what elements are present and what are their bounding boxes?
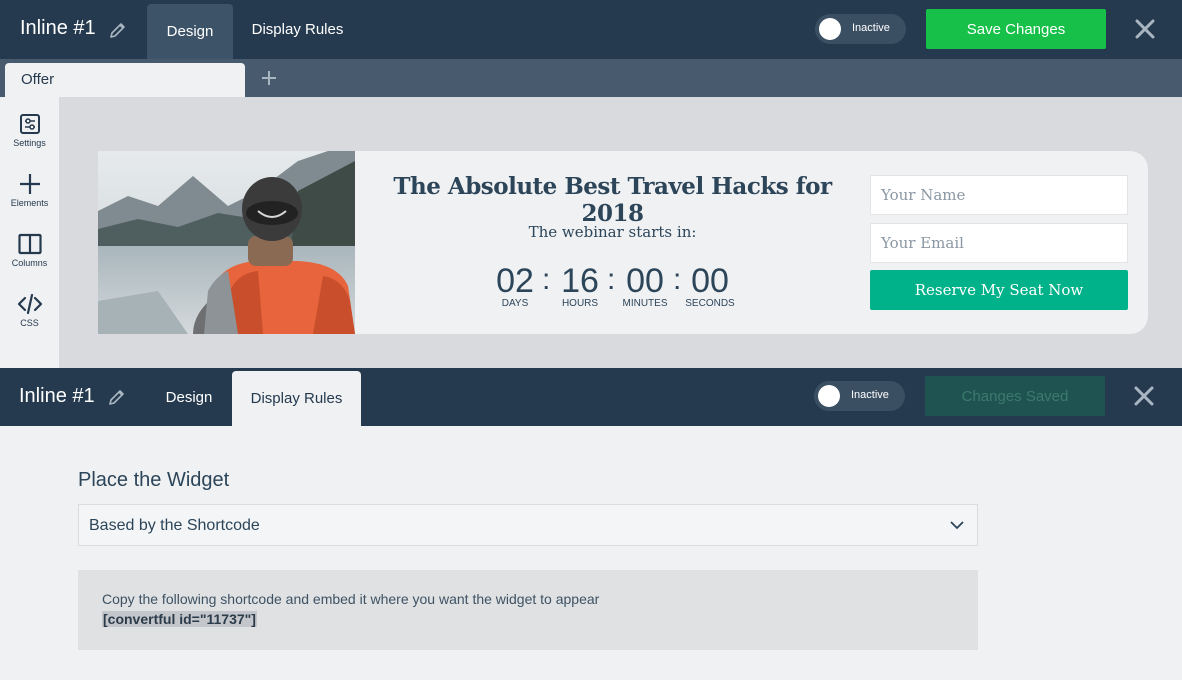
changes-saved-button[interactable]: Changes Saved: [925, 376, 1105, 416]
place-widget-title: Place the Widget: [78, 469, 230, 491]
widget-title: Inline #1: [19, 385, 95, 407]
toggle-knob: [818, 385, 840, 407]
settings-icon: [19, 114, 40, 134]
countdown-hours-label: HOURS: [561, 298, 599, 309]
sidebar-item-label: CSS: [20, 318, 39, 328]
plus-icon: [19, 174, 40, 194]
columns-icon: [17, 233, 42, 255]
active-toggle[interactable]: Inactive: [814, 381, 905, 411]
countdown-days-value: 02: [496, 262, 534, 300]
pencil-icon[interactable]: [107, 387, 127, 407]
countdown-minutes-label: MINUTES: [622, 298, 668, 309]
save-changes-button[interactable]: Save Changes: [926, 9, 1106, 49]
tab-design[interactable]: Design: [147, 4, 233, 59]
countdown-hours-value: 16: [561, 262, 599, 300]
hero-photo: [98, 151, 355, 334]
subtab-offer[interactable]: Offer: [5, 63, 245, 97]
countdown-minutes-value: 00: [626, 262, 664, 300]
sidebar-item-label: Columns: [11, 258, 48, 268]
add-subtab-icon[interactable]: [259, 68, 279, 88]
widget-title: Inline #1: [20, 17, 96, 39]
toggle-label: Inactive: [852, 22, 890, 34]
countdown-days-label: DAYS: [501, 298, 529, 309]
countdown-seconds-value: 00: [691, 262, 729, 300]
widget-subheadline: The webinar starts in:: [528, 223, 697, 241]
shortcode-instruction: Copy the following shortcode and embed i…: [102, 591, 600, 607]
shortcode-text[interactable]: [convertful id="11737"]: [102, 611, 257, 627]
placement-select[interactable]: Based by the Shortcode: [78, 504, 978, 546]
tab-design[interactable]: Design: [146, 370, 232, 425]
tab-display-rules[interactable]: Display Rules: [232, 371, 361, 426]
code-icon: [17, 293, 42, 315]
sidebar-item-elements[interactable]: Elements: [0, 173, 59, 208]
name-field[interactable]: Your Name: [870, 175, 1128, 215]
reserve-seat-button[interactable]: Reserve My Seat Now: [870, 270, 1128, 310]
sidebar-item-label: Settings: [13, 138, 46, 148]
placement-select-value: Based by the Shortcode: [89, 517, 260, 534]
countdown-seconds-label: SECONDS: [685, 298, 735, 309]
close-icon[interactable]: [1133, 385, 1155, 407]
toggle-knob: [819, 18, 841, 40]
sidebar-item-label: Elements: [10, 198, 49, 208]
toggle-label: Inactive: [851, 389, 889, 401]
widget-headline: The Absolute Best Travel Hacks for 2018: [393, 173, 832, 227]
chevron-down-icon: [950, 521, 964, 530]
sidebar-item-settings[interactable]: Settings: [0, 113, 59, 148]
shortcode-info-box: Copy the following shortcode and embed i…: [78, 570, 978, 650]
email-field[interactable]: Your Email: [870, 223, 1128, 263]
active-toggle[interactable]: Inactive: [815, 14, 906, 44]
pencil-icon[interactable]: [108, 20, 128, 40]
sidebar-item-css[interactable]: CSS: [0, 293, 59, 328]
close-icon[interactable]: [1134, 18, 1156, 40]
tab-display-rules[interactable]: Display Rules: [240, 2, 355, 57]
sidebar-item-columns[interactable]: Columns: [0, 233, 59, 268]
